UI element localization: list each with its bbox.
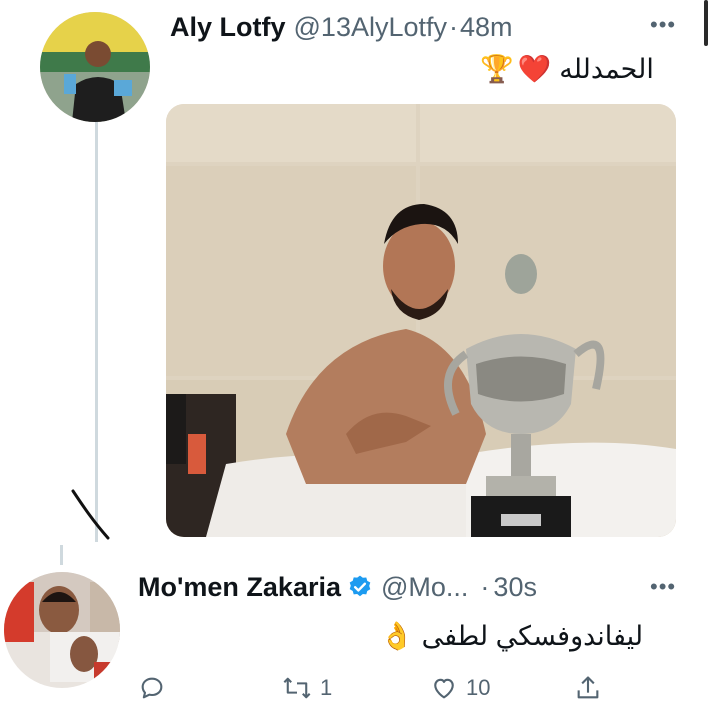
user-handle[interactable]: @13AlyLotfy bbox=[294, 12, 447, 43]
ok-hand-emoji: 👌 bbox=[380, 621, 414, 651]
avatar-aly-lotfy[interactable] bbox=[40, 12, 150, 122]
timestamp[interactable]: 48m bbox=[460, 12, 513, 43]
tweet2-text: 👌 ليفاندوفسكي لطفى bbox=[380, 616, 643, 656]
tweet-text: الحمدلله bbox=[559, 53, 654, 84]
drawn-mark bbox=[71, 489, 110, 540]
heart-outline-icon bbox=[434, 678, 454, 699]
separator-dot: · bbox=[480, 571, 490, 602]
share-button[interactable] bbox=[574, 674, 602, 702]
retweet-icon bbox=[283, 677, 311, 699]
more-options-button[interactable]: ••• bbox=[650, 574, 676, 600]
tweet1-header: Aly Lotfy @13AlyLotfy · 48m bbox=[170, 8, 513, 46]
avatar-momen-zakaria[interactable] bbox=[4, 572, 120, 688]
tweet1-text: 🏆 ❤️ الحمدلله bbox=[480, 50, 654, 88]
retweet-button[interactable]: 1 bbox=[282, 674, 332, 702]
reply-button[interactable] bbox=[138, 674, 166, 702]
tweet2-header: Mo'men Zakaria @Mo... · 30s bbox=[138, 568, 537, 606]
heart-emoji: ❤️ bbox=[517, 54, 552, 84]
timestamp[interactable]: 30s bbox=[493, 572, 537, 603]
retweet-count: 1 bbox=[320, 675, 333, 700]
display-name[interactable]: Aly Lotfy bbox=[170, 12, 286, 43]
thread-line-top bbox=[60, 545, 63, 565]
scrollbar[interactable] bbox=[704, 0, 708, 46]
thread-line bbox=[95, 122, 98, 542]
share-icon bbox=[577, 676, 599, 699]
verified-badge-icon bbox=[347, 574, 373, 600]
trophy-emoji: 🏆 bbox=[480, 54, 514, 84]
user-handle[interactable]: @Mo... bbox=[381, 572, 468, 603]
tweet-text: ليفاندوفسكي لطفى bbox=[421, 620, 644, 651]
more-options-button[interactable]: ••• bbox=[650, 12, 676, 38]
reply-icon bbox=[141, 677, 163, 699]
display-name[interactable]: Mo'men Zakaria bbox=[138, 572, 341, 603]
like-count: 10 bbox=[466, 675, 491, 700]
like-button[interactable]: 10 bbox=[430, 674, 490, 702]
tweet-media-image[interactable] bbox=[166, 104, 676, 537]
separator-dot: · bbox=[449, 11, 458, 42]
